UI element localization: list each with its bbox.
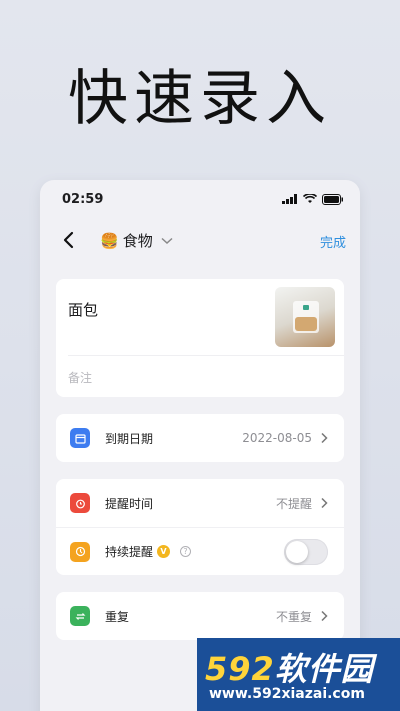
repeat-icon bbox=[70, 606, 90, 626]
signal-icon bbox=[282, 194, 297, 204]
phone-screen: 02:59 🍔 食物 完成 面包 备注 到期日期 2022-08-05 提醒时间… bbox=[40, 180, 360, 711]
back-icon[interactable] bbox=[54, 231, 84, 249]
calendar-icon bbox=[70, 428, 90, 448]
reminder-time-label: 提醒时间 bbox=[105, 496, 154, 511]
item-photo[interactable] bbox=[275, 287, 335, 347]
expiry-date-value: 2022-08-05 bbox=[242, 431, 312, 445]
continuous-reminder-toggle[interactable] bbox=[284, 538, 328, 565]
expiry-date-row[interactable]: 到期日期 2022-08-05 bbox=[56, 414, 344, 462]
vip-badge-icon: V bbox=[157, 545, 171, 558]
watermark-logo-prefix: 592 bbox=[205, 650, 275, 688]
chevron-right-icon bbox=[321, 610, 328, 622]
expiry-card: 到期日期 2022-08-05 bbox=[56, 414, 344, 462]
item-name-field[interactable]: 面包 bbox=[68, 299, 98, 320]
status-time: 02:59 bbox=[62, 191, 104, 207]
watermark-logo-suffix: 软件园 bbox=[274, 650, 374, 688]
nav-bar: 🍔 食物 完成 bbox=[40, 218, 360, 262]
divider bbox=[68, 355, 344, 356]
toggle-knob bbox=[286, 540, 308, 563]
repeat-label: 重复 bbox=[105, 609, 130, 624]
reminder-time-row[interactable]: 提醒时间 不提醒 bbox=[56, 479, 344, 527]
chevron-right-icon bbox=[321, 432, 328, 444]
repeat-value: 不重复 bbox=[275, 609, 312, 624]
repeat-card: 重复 不重复 bbox=[56, 592, 344, 640]
reminder-card: 提醒时间 不提醒 持续提醒 V ? bbox=[56, 479, 344, 575]
watermark-logo: 592软件园 www.592xiazai.com bbox=[197, 638, 400, 711]
category-selector[interactable]: 🍔 食物 bbox=[100, 230, 173, 251]
chevron-right-icon bbox=[321, 497, 328, 509]
expiry-date-label: 到期日期 bbox=[105, 431, 154, 446]
done-button[interactable]: 完成 bbox=[320, 232, 346, 251]
continuous-reminder-label: 持续提醒 V ? bbox=[105, 543, 192, 560]
item-card: 面包 备注 bbox=[56, 279, 344, 397]
note-field[interactable]: 备注 bbox=[68, 369, 92, 386]
watermark-logo-text: 592软件园 bbox=[205, 644, 374, 690]
hero-title: 快速录入 bbox=[68, 64, 332, 134]
category-label: 食物 bbox=[122, 232, 153, 250]
reminder-time-value: 不提醒 bbox=[275, 496, 312, 511]
status-bar: 02:59 bbox=[40, 180, 360, 218]
chevron-down-icon bbox=[161, 237, 173, 244]
help-icon[interactable]: ? bbox=[180, 546, 192, 557]
battery-icon bbox=[322, 193, 343, 205]
status-icons bbox=[282, 193, 344, 205]
timer-icon bbox=[70, 541, 90, 562]
repeat-row[interactable]: 重复 不重复 bbox=[56, 592, 344, 640]
alarm-clock-icon bbox=[70, 493, 90, 513]
continuous-reminder-text: 持续提醒 bbox=[105, 545, 154, 559]
wifi-icon bbox=[303, 194, 317, 203]
burger-icon: 🍔 bbox=[100, 231, 119, 250]
watermark-url: www.592xiazai.com bbox=[209, 686, 365, 702]
continuous-reminder-row: 持续提醒 V ? bbox=[56, 527, 344, 575]
